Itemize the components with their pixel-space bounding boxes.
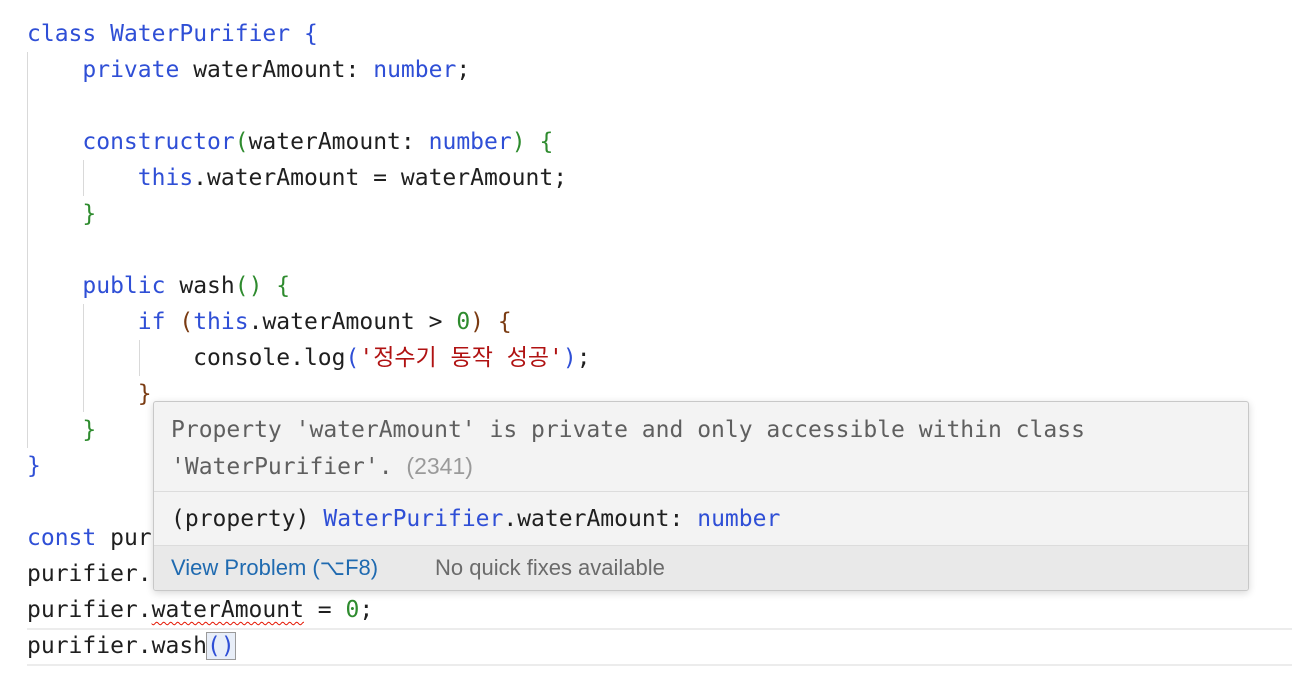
class-name: WaterPurifier — [110, 21, 291, 47]
expression: .waterAmount > — [248, 309, 457, 335]
punctuation: ; — [456, 57, 471, 83]
error-hover-popup: Property 'waterAmount' is private and on… — [153, 401, 1249, 591]
punctuation: : — [400, 129, 415, 155]
bracket: } — [27, 453, 41, 479]
code-line[interactable]: } — [27, 412, 96, 448]
code-line[interactable]: } — [27, 376, 152, 412]
operator: = — [303, 597, 346, 623]
punctuation: : — [345, 57, 360, 83]
bracket: ( — [234, 129, 249, 155]
identifier: purifier. — [27, 561, 152, 587]
keyword: if — [137, 309, 166, 335]
code-line[interactable]: purifier.wash() — [27, 628, 236, 664]
error-code: (2341) — [406, 453, 473, 479]
bracket: { — [276, 273, 291, 299]
divider — [154, 491, 1248, 492]
code-line[interactable]: if (this.waterAmount > 0) { — [27, 304, 512, 340]
error-text: Property 'waterAmount' is private and on… — [171, 417, 1099, 480]
statement: .waterAmount = waterAmount; — [193, 165, 568, 191]
string: '정수기 동작 성공' — [359, 345, 563, 371]
code-line[interactable]: constructor(waterAmount: number) { — [27, 124, 553, 160]
signature-type: number — [697, 506, 781, 532]
keyword: private — [82, 57, 180, 83]
identifier: waterAmount — [193, 57, 346, 83]
call: console.log — [193, 345, 346, 371]
error-message: Property 'waterAmount' is private and on… — [171, 412, 1231, 485]
error-squiggle[interactable]: waterAmount — [152, 597, 304, 623]
identifier: waterAmount — [248, 129, 401, 155]
bracket: { — [539, 129, 554, 155]
bracket: } — [137, 381, 152, 407]
no-quick-fixes-label: No quick fixes available — [435, 555, 665, 580]
code-line[interactable]: class WaterPurifier { — [27, 16, 318, 52]
signature-kind: (property) — [171, 506, 310, 532]
method-name: wash — [179, 273, 235, 299]
code-line[interactable]: } — [27, 196, 96, 232]
number: 0 — [456, 309, 471, 335]
code-line[interactable]: private waterAmount: number; — [27, 52, 470, 88]
identifier: pur — [110, 525, 152, 551]
punctuation: ; — [359, 597, 374, 623]
bracket: ) — [511, 129, 526, 155]
punctuation: ; — [576, 345, 591, 371]
call: purifier.wash — [27, 633, 208, 659]
bracket: ( — [345, 345, 360, 371]
bracket: ) — [562, 345, 577, 371]
code-line[interactable]: } — [27, 448, 41, 484]
code-editor[interactable]: class WaterPurifier { private waterAmoun… — [0, 0, 1292, 680]
type: number — [428, 129, 512, 155]
signature-class: WaterPurifier — [323, 506, 504, 532]
code-line[interactable]: purifier. — [27, 556, 152, 592]
identifier: purifier. — [27, 597, 152, 623]
type-signature: (property) WaterPurifier.waterAmount: nu… — [171, 501, 780, 537]
bracket: } — [82, 201, 97, 227]
keyword: this — [137, 165, 194, 191]
code-line[interactable]: const pur — [27, 520, 152, 556]
code-line[interactable]: purifier.waterAmount = 0; — [27, 592, 373, 628]
hover-actions-bar: View Problem (⌥F8) No quick fixes availa… — [154, 545, 1248, 590]
bracket: { — [303, 21, 318, 47]
type: number — [373, 57, 457, 83]
signature-member: .waterAmount: — [503, 506, 684, 532]
keyword: const — [27, 525, 97, 551]
bracket: ( — [179, 309, 194, 335]
view-problem-link[interactable]: View Problem (⌥F8) — [171, 555, 378, 581]
number: 0 — [345, 597, 360, 623]
code-line[interactable]: this.waterAmount = waterAmount; — [27, 160, 567, 196]
keyword: this — [193, 309, 249, 335]
keyword: constructor — [82, 129, 235, 155]
keyword: public — [82, 273, 166, 299]
bracket: } — [82, 417, 97, 443]
matched-brackets: () — [206, 632, 236, 660]
bracket: { — [497, 309, 512, 335]
bracket: ) — [470, 309, 485, 335]
code-line[interactable]: public wash() { — [27, 268, 290, 304]
bracket: () — [234, 273, 263, 299]
code-line[interactable]: console.log('정수기 동작 성공'); — [27, 340, 591, 376]
keyword: class — [27, 21, 97, 47]
